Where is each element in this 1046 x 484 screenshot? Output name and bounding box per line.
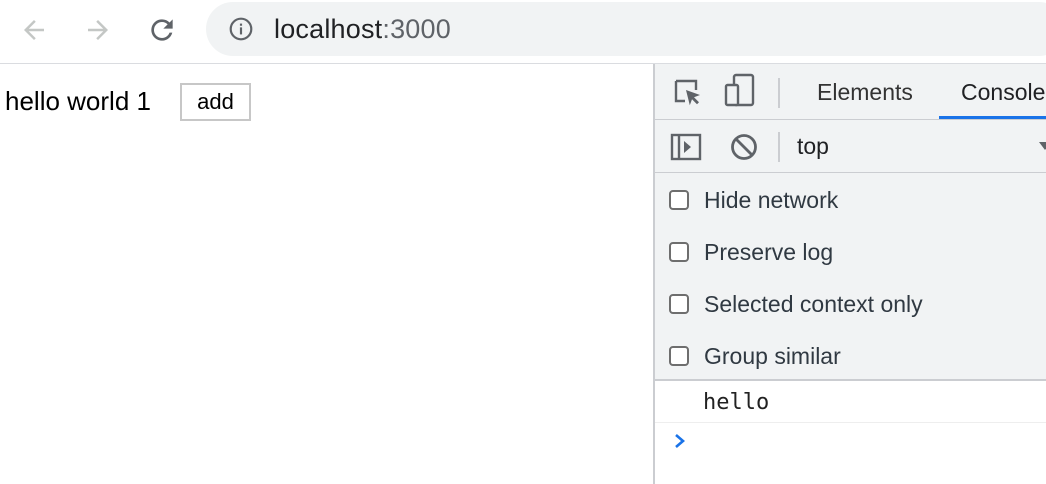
setting-label: Group similar: [704, 343, 841, 369]
console-message: hello: [655, 381, 1046, 423]
back-button[interactable]: [14, 10, 54, 50]
info-icon[interactable]: [228, 16, 254, 42]
console-toolbar: top: [655, 120, 1046, 173]
toolbar-divider: [778, 78, 780, 108]
group-similar-checkbox[interactable]: [669, 346, 689, 366]
inspect-element-button[interactable]: [671, 76, 705, 110]
device-toolbar-button[interactable]: [723, 73, 757, 108]
url-text[interactable]: localhost:3000: [274, 15, 451, 43]
setting-selected-context-only[interactable]: Selected context only: [669, 289, 923, 319]
browser-toolbar: localhost:3000: [0, 0, 1046, 64]
page-content: hello world 1 add: [0, 64, 653, 484]
devtools-panel: Elements Console top Hide network Preser…: [653, 64, 1046, 484]
context-selector[interactable]: top: [797, 133, 829, 159]
url-host: localhost: [274, 14, 383, 44]
tab-elements[interactable]: Elements: [817, 78, 913, 106]
reload-button[interactable]: [142, 10, 182, 50]
setting-group-similar[interactable]: Group similar: [669, 341, 841, 371]
preserve-log-checkbox[interactable]: [669, 242, 689, 262]
console-message-text: hello: [703, 390, 770, 415]
console-messages: hello: [655, 381, 1046, 484]
arrow-left-icon: [24, 20, 44, 40]
toolbar-divider: [778, 132, 780, 162]
clear-console-button[interactable]: [727, 130, 761, 164]
chevron-right-icon: [675, 434, 685, 448]
device-icon: [724, 73, 755, 107]
browser-window: localhost:3000 hello world 1 add Element…: [0, 0, 1046, 484]
setting-hide-network[interactable]: Hide network: [669, 185, 838, 215]
forward-button[interactable]: [78, 10, 118, 50]
setting-label: Preserve log: [704, 239, 834, 265]
hide-network-checkbox[interactable]: [669, 190, 689, 210]
inspect-cursor-icon: [674, 79, 700, 106]
url-port: :3000: [382, 14, 451, 44]
console-settings: Hide network Preserve log Selected conte…: [655, 173, 1046, 381]
hello-text: hello world 1: [5, 86, 151, 116]
reload-icon: [151, 19, 173, 41]
setting-label: Selected context only: [704, 291, 923, 317]
sidebar-toggle-icon: [670, 133, 702, 161]
devtools-tab-bar: Elements Console: [655, 64, 1046, 120]
active-tab-indicator: [939, 116, 1046, 119]
chevron-down-icon[interactable]: [1039, 142, 1046, 150]
show-sidebar-button[interactable]: [669, 130, 703, 164]
setting-preserve-log[interactable]: Preserve log: [669, 237, 833, 267]
address-bar[interactable]: localhost:3000: [206, 2, 1046, 56]
setting-label: Hide network: [704, 187, 839, 213]
block-icon: [731, 134, 757, 160]
tab-console[interactable]: Console: [961, 78, 1045, 106]
selected-context-only-checkbox[interactable]: [669, 294, 689, 314]
add-button[interactable]: add: [180, 83, 251, 121]
arrow-right-icon: [88, 20, 108, 40]
console-prompt[interactable]: [655, 423, 1046, 463]
